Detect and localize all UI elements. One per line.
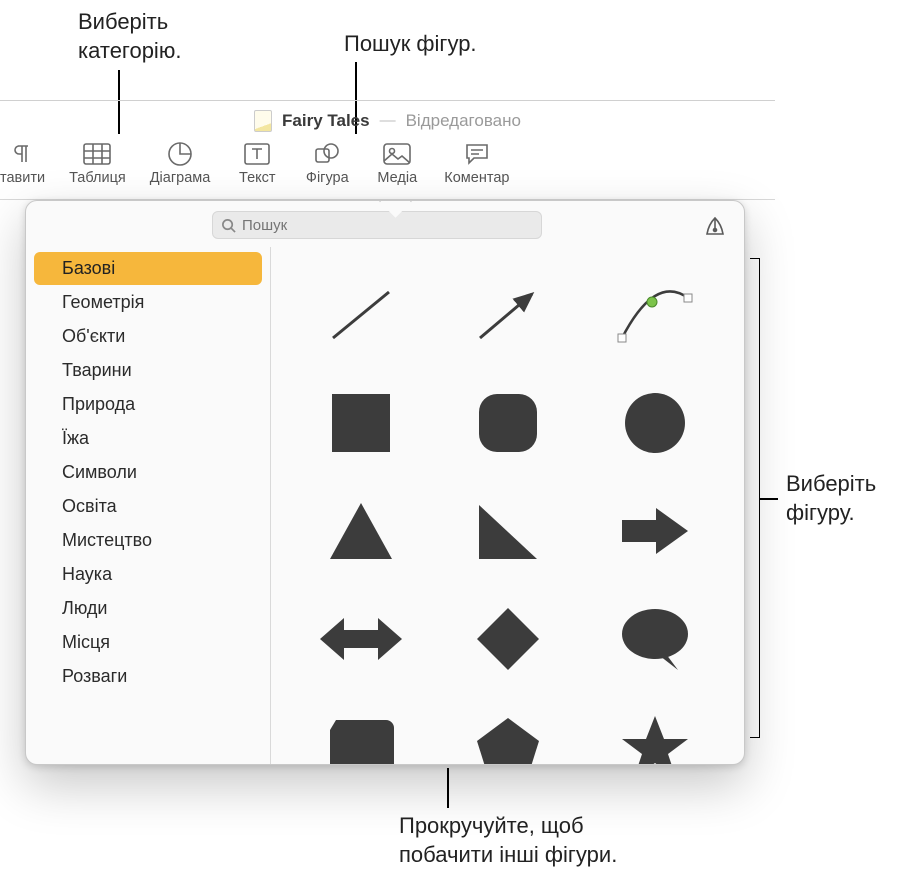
callout-category: Виберіть категорію. — [78, 8, 181, 65]
shape-curve[interactable] — [585, 265, 724, 365]
text-icon — [243, 140, 271, 168]
shape-star[interactable] — [585, 697, 724, 764]
sidebar-item-category[interactable]: Базові — [34, 252, 262, 285]
toolbar-label: Діаграма — [150, 170, 211, 186]
callout-search: Пошук фігур. — [344, 30, 477, 59]
popover-top — [26, 201, 744, 247]
comment-icon — [463, 140, 491, 168]
sidebar-item-category[interactable]: Геометрія — [34, 286, 262, 319]
sidebar-item-category[interactable]: Їжа — [34, 422, 262, 455]
pen-icon — [703, 214, 727, 236]
shapes-grid — [271, 247, 744, 764]
toolbar-media[interactable]: Медіа — [362, 134, 432, 199]
shape-speech-bubble[interactable] — [585, 589, 724, 689]
callout-scroll: Прокручуйте, щоб побачити інші фігури. — [399, 812, 617, 869]
callout-line — [760, 498, 778, 500]
sidebar-item-category[interactable]: Тварини — [34, 354, 262, 387]
sidebar-item-category[interactable]: Природа — [34, 388, 262, 421]
toolbar-label: тавити — [0, 170, 45, 186]
search-field[interactable] — [212, 211, 542, 239]
shape-rounded-tab[interactable] — [291, 697, 430, 764]
shape-arrow-both[interactable] — [291, 589, 430, 689]
sidebar-item-category[interactable]: Розваги — [34, 660, 262, 693]
chart-icon — [166, 140, 194, 168]
document-status: Відредаговано — [406, 111, 521, 131]
sidebar-item-category[interactable]: Люди — [34, 592, 262, 625]
toolbar-label: Фігура — [306, 170, 349, 186]
search-icon — [221, 218, 236, 233]
sidebar-item-category[interactable]: Мистецтво — [34, 524, 262, 557]
shape-circle[interactable] — [585, 373, 724, 473]
category-sidebar: БазовіГеометріяОб'єктиТвариниПриродаЇжаС… — [26, 247, 271, 764]
media-icon — [383, 140, 411, 168]
shape-rounded-square[interactable] — [438, 373, 577, 473]
draw-shape-button[interactable] — [700, 212, 730, 238]
search-input[interactable] — [242, 217, 533, 234]
toolbar-label: Медіа — [377, 170, 417, 186]
shape-arrow-right[interactable] — [585, 481, 724, 581]
pilcrow-icon — [9, 140, 37, 168]
shapes-popover: БазовіГеометріяОб'єктиТвариниПриродаЇжаС… — [25, 200, 745, 765]
toolbar-chart[interactable]: Діаграма — [138, 134, 223, 199]
toolbar: тавити Таблиця Діаграма Текст Фігура Мед… — [0, 134, 775, 200]
toolbar-text[interactable]: Текст — [222, 134, 292, 199]
toolbar-shape[interactable]: Фігура — [292, 134, 362, 199]
sidebar-item-category[interactable]: Об'єкти — [34, 320, 262, 353]
table-icon — [83, 140, 111, 168]
sidebar-item-category[interactable]: Освіта — [34, 490, 262, 523]
toolbar-table[interactable]: Таблиця — [57, 134, 138, 199]
shape-diamond[interactable] — [438, 589, 577, 689]
document-icon — [254, 110, 272, 132]
shape-pentagon[interactable] — [438, 697, 577, 764]
callout-select-shape: Виберіть фігуру. — [786, 470, 876, 527]
toolbar-label: Таблиця — [69, 170, 126, 186]
toolbar-label: Коментар — [444, 170, 509, 186]
document-title: Fairy Tales — [282, 111, 370, 131]
toolbar-insert[interactable]: тавити — [0, 134, 57, 199]
bracket — [750, 258, 760, 738]
shape-line[interactable] — [291, 265, 430, 365]
callout-line — [447, 768, 449, 808]
shape-line-arrow[interactable] — [438, 265, 577, 365]
shape-triangle[interactable] — [291, 481, 430, 581]
shape-icon — [313, 140, 341, 168]
shape-square[interactable] — [291, 373, 430, 473]
sidebar-item-category[interactable]: Символи — [34, 456, 262, 489]
toolbar-label: Текст — [239, 170, 276, 186]
sidebar-item-category[interactable]: Наука — [34, 558, 262, 591]
shape-right-triangle[interactable] — [438, 481, 577, 581]
titlebar: Fairy Tales — Відредаговано — [0, 100, 775, 134]
sidebar-item-category[interactable]: Місця — [34, 626, 262, 659]
toolbar-comment[interactable]: Коментар — [432, 134, 521, 199]
